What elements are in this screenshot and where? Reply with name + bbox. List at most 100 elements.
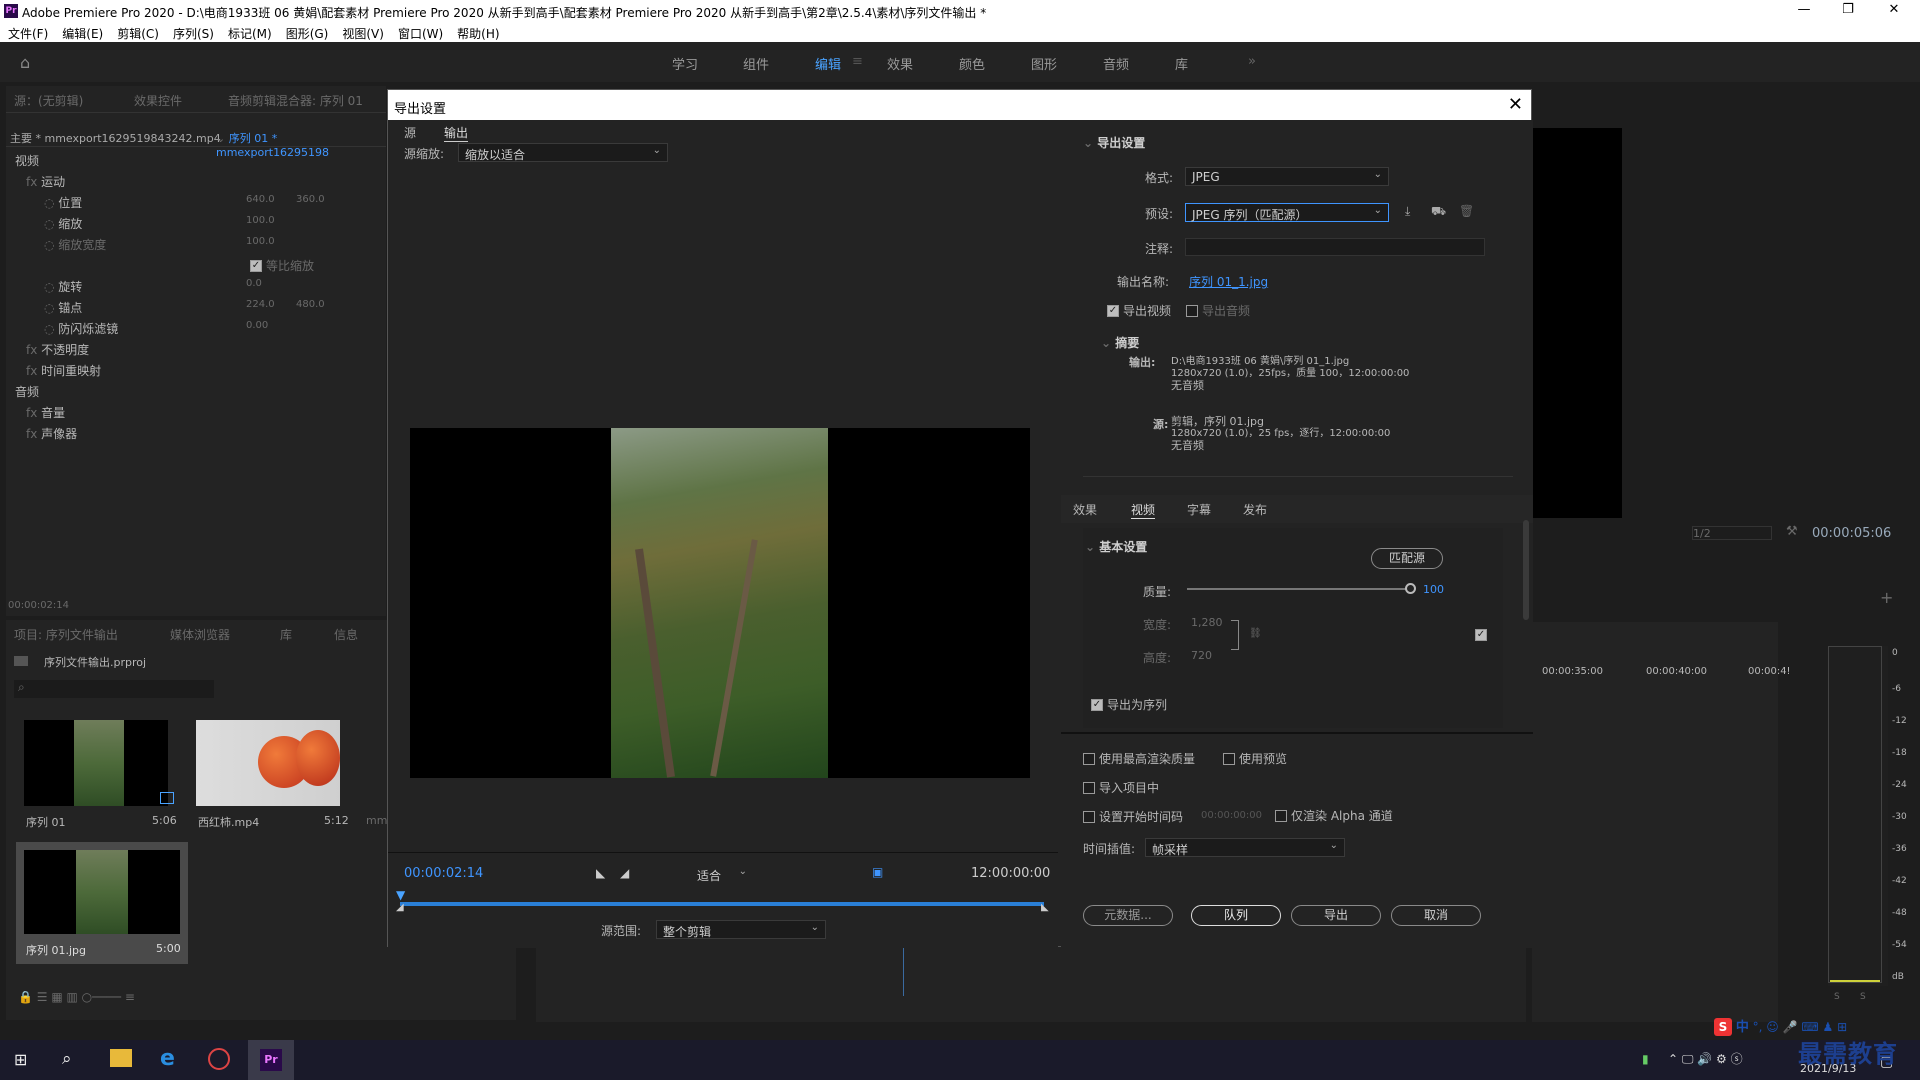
menu-view[interactable]: 视图(V) xyxy=(334,22,390,42)
menu-graphics[interactable]: 图形(G) xyxy=(278,22,335,42)
source-scale-select[interactable]: 缩放以适合 ⌄ xyxy=(458,143,668,162)
comment-input[interactable] xyxy=(1185,238,1485,256)
tab-media-browser[interactable]: 媒体浏览器 xyxy=(170,626,230,643)
position-y[interactable]: 360.0 xyxy=(296,194,325,205)
menu-help[interactable]: 帮助(H) xyxy=(449,22,505,42)
export-button[interactable]: 导出 xyxy=(1291,905,1381,926)
wrench-icon[interactable]: ⚒ xyxy=(1786,524,1798,539)
effect-row-volume[interactable]: fx 音量 xyxy=(26,404,65,421)
source-range-select[interactable]: 整个剪辑 ⌄ xyxy=(656,920,826,939)
anchor-y[interactable]: 480.0 xyxy=(296,299,325,310)
link-dimensions-icon[interactable]: ⛓ xyxy=(1249,628,1262,639)
app-icon[interactable] xyxy=(208,1048,230,1070)
output-name-link[interactable]: 序列 01_1.jpg xyxy=(1189,273,1268,290)
anchor-x[interactable]: 224.0 xyxy=(246,299,275,310)
export-video-checkbox[interactable]: ✓ 导出视频 xyxy=(1107,302,1171,319)
windows-start-icon[interactable]: ⊞ xyxy=(14,1050,27,1069)
workspace-assembly[interactable]: 组件 xyxy=(743,54,769,73)
edge-browser-icon[interactable]: e xyxy=(160,1046,175,1071)
render-alpha-only-checkbox[interactable]: 仅渲染 Alpha 通道 xyxy=(1275,807,1393,824)
more-workspaces-icon[interactable]: » xyxy=(1248,54,1256,69)
summary-header[interactable]: ⌄ 摘要 xyxy=(1101,334,1139,351)
tab-info[interactable]: 信息 xyxy=(334,626,358,643)
preview-in-timecode[interactable]: 00:00:02:14 xyxy=(404,866,483,881)
tab-source[interactable]: 源：(无剪辑) xyxy=(14,92,83,109)
tab-video[interactable]: 视频 xyxy=(1131,501,1156,519)
effect-row-panner[interactable]: fx 声像器 xyxy=(26,425,77,442)
solo-right-button[interactable]: S xyxy=(1860,992,1866,1002)
export-audio-checkbox[interactable]: 导出音频 xyxy=(1186,302,1250,319)
project-search-input[interactable]: ⌕ xyxy=(14,680,214,698)
workspace-menu-icon[interactable]: ≡ xyxy=(852,54,863,69)
preset-select[interactable]: JPEG 序列（匹配源） ⌄ xyxy=(1185,203,1389,222)
position-x[interactable]: 640.0 xyxy=(246,194,275,205)
program-zoom-select[interactable]: 1/2 xyxy=(1692,526,1772,540)
basic-settings-header[interactable]: ⌄ 基本设置 xyxy=(1085,538,1147,555)
rotation-value[interactable]: 0.0 xyxy=(246,278,262,289)
menu-edit[interactable]: 编辑(E) xyxy=(54,22,109,42)
tab-effect-controls[interactable]: 效果控件 xyxy=(134,92,182,109)
thumb-sequence-01[interactable] xyxy=(24,720,174,806)
export-as-sequence-checkbox[interactable]: ✓ 导出为序列 xyxy=(1091,696,1167,713)
thumb-tomato[interactable] xyxy=(196,720,340,806)
effect-row-motion[interactable]: fx 运动 xyxy=(26,173,65,190)
match-source-button[interactable]: 匹配源 xyxy=(1371,548,1443,569)
menu-clip[interactable]: 剪辑(C) xyxy=(109,22,165,42)
set-in-point-icon[interactable]: ◣ xyxy=(596,866,605,880)
fit-select[interactable]: 适合 ⌄ xyxy=(690,864,754,883)
solo-left-button[interactable]: S xyxy=(1834,992,1840,1002)
workspace-color[interactable]: 颜色 xyxy=(959,54,985,73)
settings-scrollbar[interactable] xyxy=(1523,520,1529,620)
max-render-quality-checkbox[interactable]: 使用最高渲染质量 xyxy=(1083,750,1195,767)
file-explorer-icon[interactable] xyxy=(110,1049,132,1067)
set-start-timecode-checkbox[interactable]: 设置开始时间码 xyxy=(1083,808,1183,825)
tab-publish[interactable]: 发布 xyxy=(1243,501,1267,518)
tab-libraries[interactable]: 库 xyxy=(280,626,292,643)
tab-dialog-output[interactable]: 输出 xyxy=(444,124,469,142)
item-name-tomato[interactable]: 西红柿.mp4 xyxy=(198,814,259,830)
save-preset-icon[interactable]: ⤓ xyxy=(1405,204,1410,219)
workspace-audio[interactable]: 音频 xyxy=(1103,54,1129,73)
minimize-icon[interactable]: — xyxy=(1794,2,1814,17)
selected-item-sequence-jpg[interactable]: 序列 01.jpg 5:00 xyxy=(16,842,188,964)
export-settings-header[interactable]: ⌄ 导出设置 xyxy=(1083,134,1145,151)
width-value[interactable]: 1,280 xyxy=(1191,616,1223,629)
use-previews-checkbox[interactable]: 使用预览 xyxy=(1223,750,1287,767)
tray-icons[interactable]: ⌃ 🖵 🔊 ⚙ ⓢ xyxy=(1668,1050,1743,1067)
workspace-effects[interactable]: 效果 xyxy=(887,54,913,73)
import-preset-icon[interactable]: ⛟ xyxy=(1431,204,1446,220)
item-name-sequence-01[interactable]: 序列 01 xyxy=(26,814,66,830)
master-clip-label[interactable]: 主要 * mmexport1629519843242.mp4 xyxy=(10,130,221,146)
custom-size-checkbox[interactable]: ✓ xyxy=(1475,628,1491,642)
quality-slider-knob[interactable] xyxy=(1405,583,1416,594)
home-icon[interactable]: ⌂ xyxy=(20,53,30,72)
uniform-scale-checkbox[interactable]: ✓ 等比缩放 xyxy=(250,257,314,274)
workspace-graphics[interactable]: 图形 xyxy=(1031,54,1057,73)
workspace-learn[interactable]: 学习 xyxy=(672,54,698,73)
project-bottom-toolbar[interactable]: 🔒 ☰ ▦ ▥ ○──── ≡ xyxy=(18,990,135,1004)
quality-slider-track[interactable] xyxy=(1187,583,1416,594)
format-select[interactable]: JPEG ⌄ xyxy=(1185,167,1389,186)
quality-value[interactable]: 100 xyxy=(1423,583,1444,596)
add-button-icon[interactable]: + xyxy=(1880,588,1893,607)
tab-effects[interactable]: 效果 xyxy=(1073,501,1097,518)
cancel-button[interactable]: 取消 xyxy=(1391,905,1481,926)
tab-audio-mixer[interactable]: 音频剪辑混合器: 序列 01 xyxy=(228,92,363,109)
workspace-editing[interactable]: 编辑 xyxy=(815,54,841,73)
tray-battery-icon[interactable]: ▮ xyxy=(1642,1052,1649,1066)
maximize-icon[interactable]: ❐ xyxy=(1838,2,1858,17)
delete-preset-icon[interactable]: 🗑 xyxy=(1459,204,1474,218)
playhead-handle[interactable]: ▼ xyxy=(396,888,405,902)
height-value[interactable]: 720 xyxy=(1191,649,1212,662)
range-in-handle[interactable]: ◢ xyxy=(396,902,404,913)
start-timecode-value[interactable]: 00:00:00:00 xyxy=(1201,810,1262,821)
taskbar-search-icon[interactable]: ⌕ xyxy=(62,1049,72,1069)
queue-button[interactable]: 队列 xyxy=(1191,905,1281,926)
metadata-button[interactable]: 元数据... xyxy=(1083,905,1173,926)
dialog-close-icon[interactable]: ✕ xyxy=(1508,94,1523,115)
source-range-bar[interactable] xyxy=(400,902,1044,906)
sequence-clip-label[interactable]: ⌄ 序列 01 * mmexport16295198 xyxy=(216,130,386,159)
menu-window[interactable]: 窗口(W) xyxy=(390,22,449,42)
set-out-point-icon[interactable]: ◢ xyxy=(620,866,629,880)
tab-dialog-source[interactable]: 源 xyxy=(404,124,416,141)
